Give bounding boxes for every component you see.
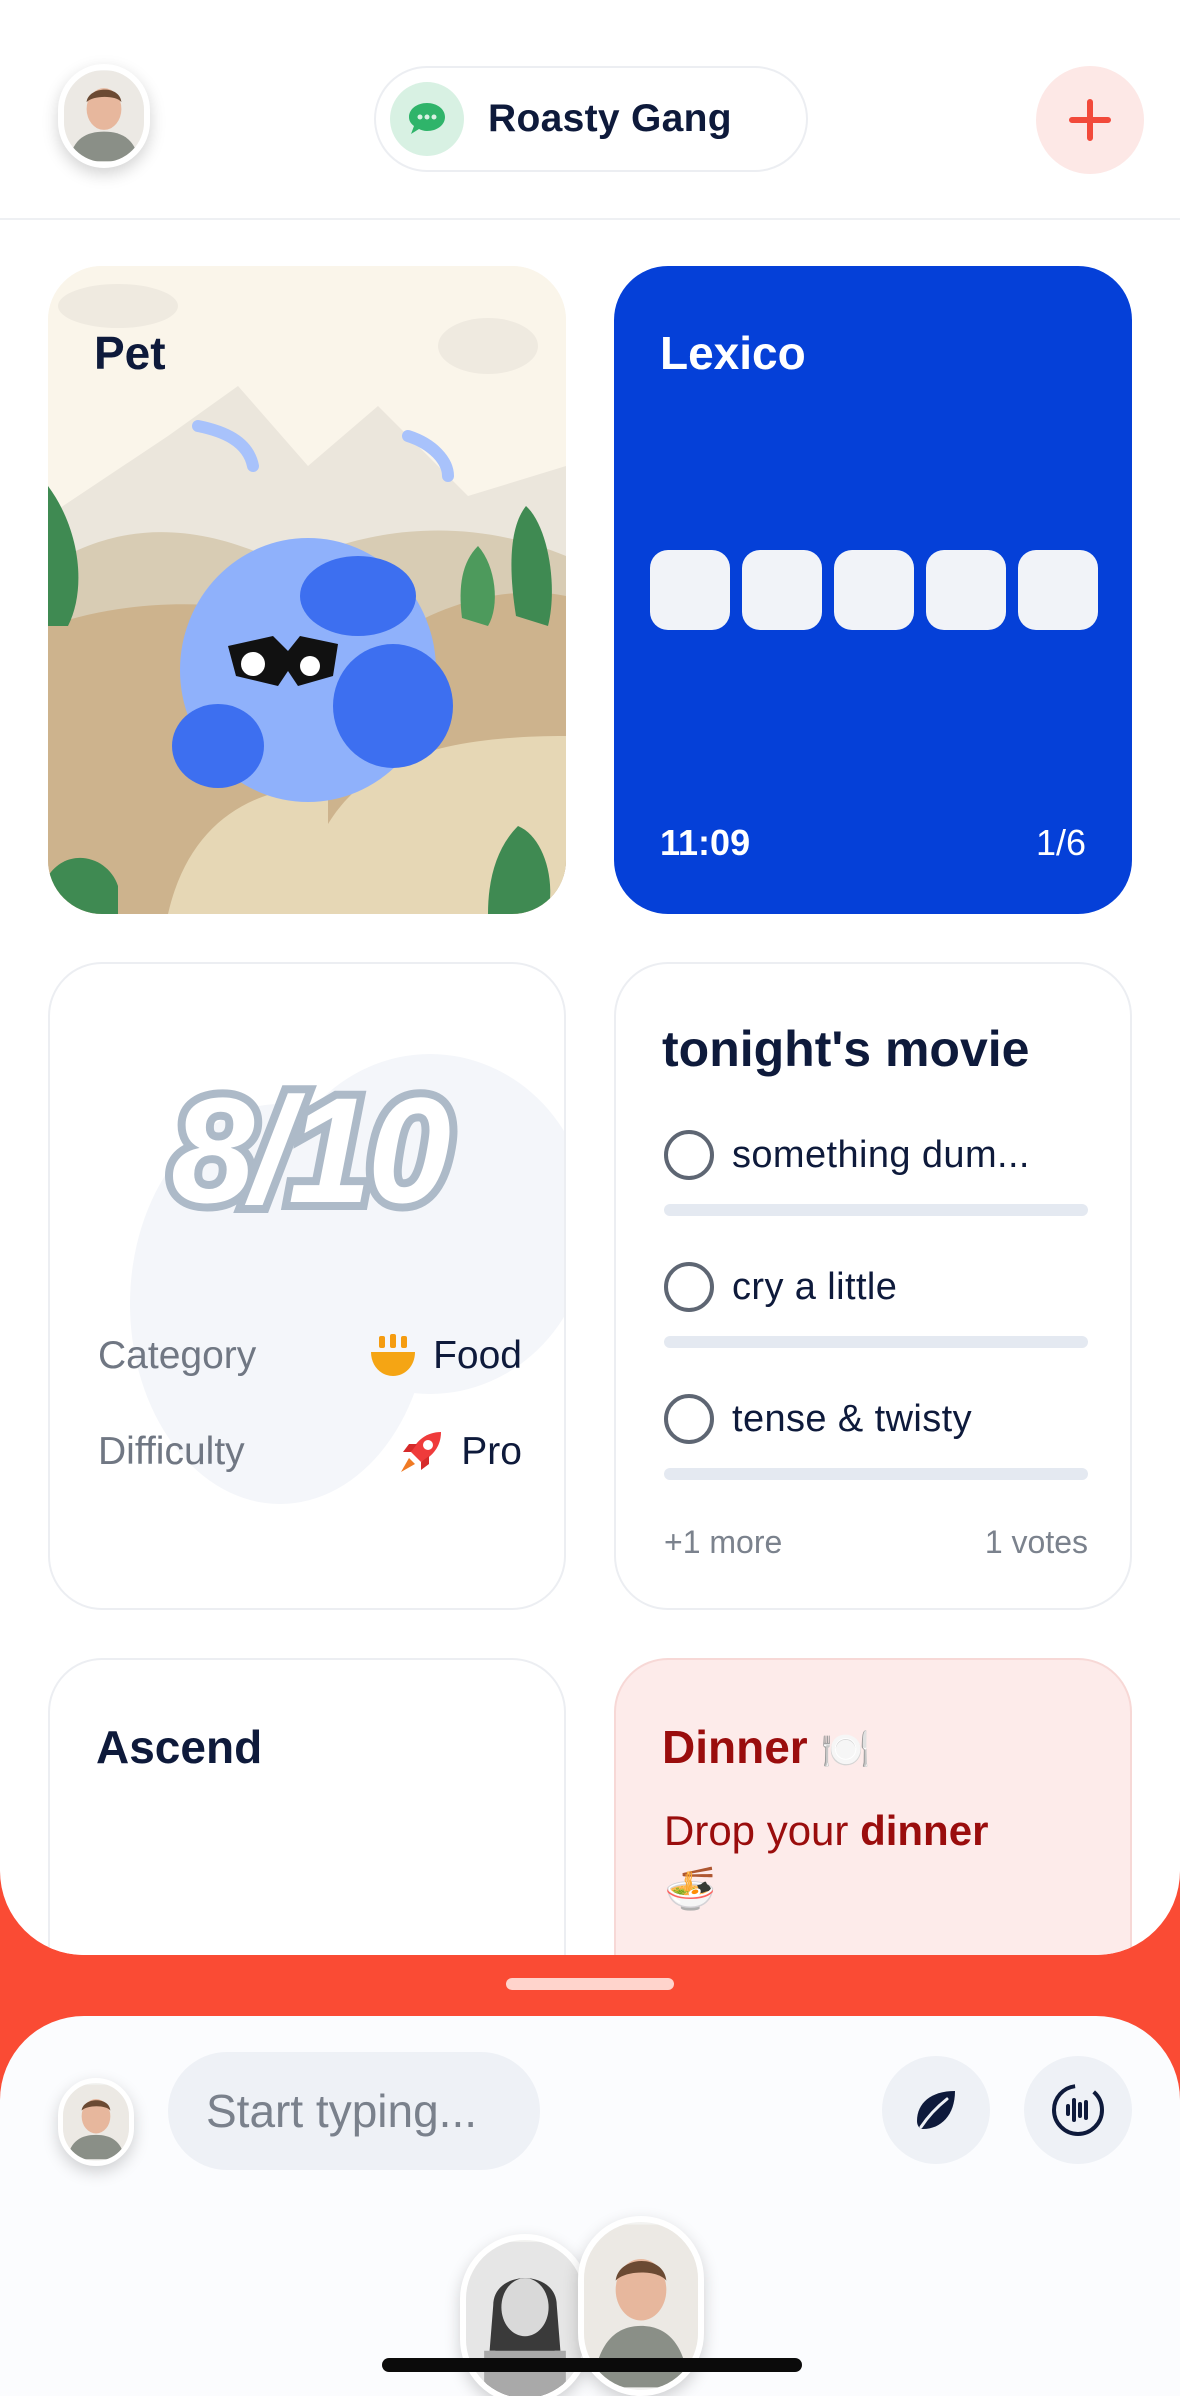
poll-option-label: cry a little [732, 1266, 898, 1308]
noodle-icon: 🍜 [664, 1865, 717, 1912]
dinner-prompt-bold: dinner [860, 1807, 989, 1854]
letter-tile[interactable] [650, 550, 730, 630]
message-input[interactable]: Start typing... [168, 2052, 540, 2170]
pet-card[interactable]: Pet [48, 266, 566, 914]
dinner-prompt-text: Drop your [664, 1807, 861, 1854]
poll-option-bar [664, 1336, 1088, 1348]
poll-footer: +1 more 1 votes [664, 1524, 1088, 1561]
lexico-timer: 11:09 [660, 822, 751, 863]
letter-tile[interactable] [1018, 550, 1098, 630]
leaf-icon [917, 2091, 955, 2129]
rocket-icon [401, 1432, 442, 1472]
lexico-title: Lexico [660, 327, 806, 379]
add-button[interactable] [1036, 66, 1144, 174]
dinner-card[interactable]: Dinner 🍽️ Drop your dinner 🍜 [614, 1658, 1132, 1955]
dinner-title: Dinner 🍽️ [662, 1720, 870, 1774]
lexico-progress: 1/6 [1035, 822, 1086, 863]
letter-tiles [650, 550, 1098, 630]
letter-tile[interactable] [834, 550, 914, 630]
message-input-placeholder: Start typing... [206, 2085, 478, 2137]
voice-wave-icon [1052, 2084, 1104, 2136]
poll-card[interactable]: tonight's movie something dum... cry a l… [614, 962, 1132, 1610]
difficulty-value: Pro [461, 1430, 522, 1473]
poll-title: tonight's movie [662, 1021, 1030, 1077]
category-label: Category [98, 1334, 257, 1377]
ascend-card[interactable]: Ascend [48, 1658, 566, 1955]
chat-icon [390, 82, 464, 156]
poll-option[interactable]: something dum... [664, 1130, 1088, 1230]
rating-card[interactable]: 8/10 Category Food Difficulty Pro [48, 962, 566, 1610]
category-value: Food [433, 1334, 522, 1377]
composer-sheet: Start typing... [0, 2016, 1180, 2396]
plate-icon: 🍽️ [820, 1728, 871, 1772]
poll-option-bar [664, 1204, 1088, 1216]
poll-option-bar [664, 1468, 1088, 1480]
more-options-link[interactable]: +1 more [664, 1524, 782, 1561]
group-selector[interactable]: Roasty Gang [374, 66, 808, 172]
composer-avatar[interactable] [58, 2078, 134, 2166]
ascend-title: Ascend [96, 1721, 263, 1773]
plus-icon [1069, 99, 1111, 141]
difficulty-row: Difficulty Pro [98, 1428, 522, 1476]
poll-option-label: tense & twisty [732, 1398, 973, 1440]
sticker-button[interactable] [882, 2056, 990, 2164]
radio-button[interactable] [664, 1262, 714, 1312]
poll-option[interactable]: cry a little [664, 1262, 1088, 1362]
rating-value: 8/10 [163, 1058, 459, 1242]
home-indicator [382, 2358, 802, 2372]
radio-button[interactable] [664, 1394, 714, 1444]
lexico-card[interactable]: Lexico 11:09 1/6 [614, 266, 1132, 914]
poll-option[interactable]: tense & twisty [664, 1394, 1088, 1494]
pet-title: Pet [94, 327, 166, 379]
difficulty-label: Difficulty [98, 1430, 245, 1473]
main-sheet: Roasty Gang Pet Lexico 11:09 1/6 8/10 Ca… [0, 0, 1180, 1955]
category-row: Category Food [98, 1334, 522, 1378]
radio-button[interactable] [664, 1130, 714, 1180]
poll-option-label: something dum... [732, 1134, 1030, 1176]
dinner-title-text: Dinner [662, 1721, 808, 1773]
header: Roasty Gang [0, 0, 1180, 220]
letter-tile[interactable] [742, 550, 822, 630]
dinner-prompt: Drop your dinner 🍜 [664, 1802, 1094, 1918]
voice-button[interactable] [1024, 2056, 1132, 2164]
background-shape [130, 1054, 564, 1504]
user-avatar[interactable] [58, 64, 150, 168]
group-name: Roasty Gang [488, 97, 732, 140]
bowl-icon [371, 1334, 416, 1376]
sheet-drag-handle[interactable] [506, 1978, 674, 1990]
vote-count: 1 votes [984, 1524, 1088, 1560]
letter-tile[interactable] [926, 550, 1006, 630]
